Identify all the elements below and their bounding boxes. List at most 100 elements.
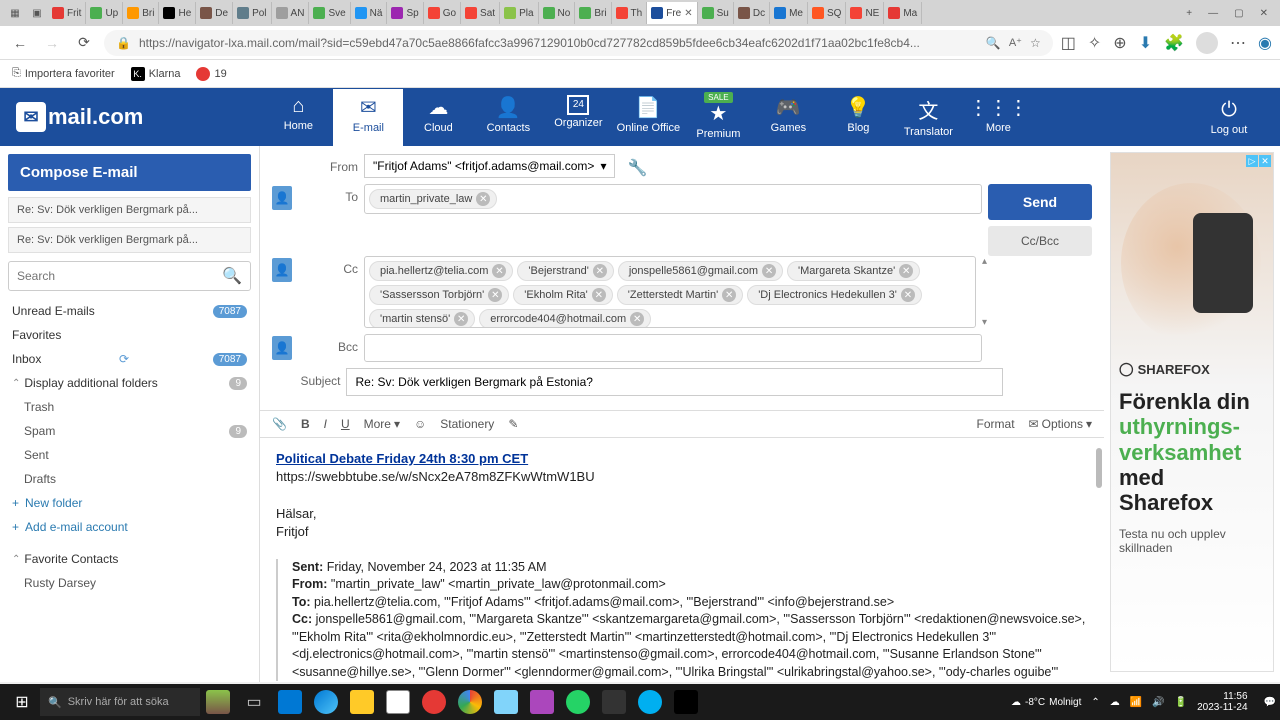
folder-drafts[interactable]: Drafts (8, 467, 251, 491)
tray-volume-icon[interactable]: 🔊 (1152, 697, 1164, 708)
remove-chip-icon[interactable]: ✕ (901, 288, 915, 302)
bcc-field[interactable] (364, 334, 982, 362)
collections-icon[interactable]: ⊕ (1113, 33, 1126, 53)
browser-tab[interactable]: NE (846, 2, 884, 24)
nav-office[interactable]: 📄Online Office (613, 89, 683, 146)
recipient-chip[interactable]: 'Bejerstrand'✕ (517, 261, 613, 281)
nav-more[interactable]: ⋮⋮⋮More (963, 89, 1033, 146)
nav-home[interactable]: ⌂Home (263, 89, 333, 146)
extensions-icon[interactable]: 🧩 (1164, 33, 1184, 53)
back-button[interactable]: ← (8, 31, 32, 55)
nav-blog[interactable]: 💡Blog (823, 89, 893, 146)
stationery-button[interactable]: Stationery (440, 417, 494, 431)
favorite-contact-1[interactable]: Rusty Darsey (8, 571, 251, 595)
tab-collections-icon[interactable]: ▣ (28, 4, 46, 22)
attach-button[interactable]: 📎 (272, 417, 287, 431)
recipient-chip[interactable]: errorcode404@hotmail.com✕ (479, 309, 651, 328)
remove-chip-icon[interactable]: ✕ (593, 264, 607, 278)
tab-history-icon[interactable]: ▦ (6, 4, 24, 22)
new-tab-button[interactable]: + (1180, 4, 1198, 22)
remove-chip-icon[interactable]: ✕ (762, 264, 776, 278)
nav-cloud[interactable]: ☁Cloud (403, 89, 473, 146)
remove-chip-icon[interactable]: ✕ (492, 264, 506, 278)
browser-tab[interactable]: De (196, 2, 233, 24)
more-formatting-button[interactable]: More ▾ (364, 417, 400, 431)
tray-battery-icon[interactable]: 🔋 (1175, 697, 1187, 708)
taskbar-app-5[interactable] (596, 686, 632, 718)
taskbar-clock[interactable]: 11:56 2023-11-24 (1197, 691, 1253, 713)
browser-tab[interactable]: Sp (387, 2, 423, 24)
taskbar-app-1[interactable] (200, 686, 236, 718)
tray-network-icon[interactable]: 📶 (1130, 697, 1142, 708)
profile-icon[interactable] (1196, 32, 1218, 54)
mail-logo[interactable]: ✉ mail.com (16, 102, 143, 132)
remove-chip-icon[interactable]: ✕ (476, 192, 490, 206)
recipient-chip[interactable]: martin_private_law✕ (369, 189, 497, 209)
browser-tab[interactable]: SQ (808, 2, 846, 24)
favorites-list-icon[interactable]: ✧ (1088, 33, 1101, 53)
browser-tab[interactable]: Sve (309, 2, 350, 24)
remove-chip-icon[interactable]: ✕ (899, 264, 913, 278)
favorite-contacts-toggle[interactable]: ⌃Favorite Contacts (8, 547, 251, 571)
browser-tab[interactable]: Dc (734, 2, 770, 24)
folder-inbox[interactable]: Inbox⟳7087 (8, 347, 251, 371)
taskbar-app-2[interactable] (416, 686, 452, 718)
tab-close-icon[interactable]: ✕ (684, 8, 692, 19)
nav-organizer[interactable]: 24Organizer (543, 89, 613, 146)
spellcheck-button[interactable]: ✎ (508, 417, 518, 431)
browser-tab[interactable]: Pol (233, 2, 271, 24)
favorite-icon[interactable]: ☆ (1030, 36, 1041, 50)
taskbar-mail[interactable] (272, 686, 308, 718)
search-input[interactable] (17, 269, 222, 283)
ad-box[interactable]: ▷✕ ◯SHAREFOX Förenkla din uthyrnings- ve… (1110, 152, 1274, 672)
folder-spam[interactable]: Spam9 (8, 419, 251, 443)
recipient-chip[interactable]: 'Ekholm Rita'✕ (513, 285, 613, 305)
new-folder-button[interactable]: +New folder (8, 491, 251, 515)
settings-wrench-icon[interactable]: 🔧 (627, 154, 647, 178)
remove-chip-icon[interactable]: ✕ (488, 288, 502, 302)
import-favorites-button[interactable]: ⎘ Importera favoriter (12, 67, 115, 80)
folder-trash[interactable]: Trash (8, 395, 251, 419)
browser-tab[interactable]: AN (272, 2, 310, 24)
taskbar-app-3[interactable] (488, 686, 524, 718)
nav-premium[interactable]: SALE★Premium (683, 89, 753, 146)
bold-button[interactable]: B (301, 417, 310, 431)
nav-email[interactable]: ✉E-mail (333, 89, 403, 146)
taskbar-chrome[interactable] (452, 686, 488, 718)
zoom-icon[interactable]: 🔍 (986, 36, 1001, 50)
nav-games[interactable]: 🎮Games (753, 89, 823, 146)
menu-icon[interactable]: ⋯ (1230, 33, 1246, 53)
underline-button[interactable]: U (341, 417, 350, 431)
body-scrollbar[interactable] (1096, 448, 1102, 488)
ad-info-icon[interactable]: ▷ (1246, 155, 1258, 167)
reload-button[interactable]: ⟳ (72, 31, 96, 55)
refresh-icon[interactable]: ⟳ (119, 352, 129, 366)
notifications-icon[interactable]: 💬 (1264, 697, 1276, 708)
remove-chip-icon[interactable]: ✕ (592, 288, 606, 302)
taskbar-store[interactable] (380, 686, 416, 718)
search-icon[interactable]: 🔍 (222, 266, 242, 286)
cc-field[interactable]: pia.hellertz@telia.com✕'Bejerstrand'✕jon… (364, 256, 976, 328)
cc-scroll-up[interactable]: ▴ (982, 256, 990, 267)
task-view-button[interactable]: ▭ (236, 686, 272, 718)
nav-contacts[interactable]: 👤Contacts (473, 89, 543, 146)
browser-tab[interactable]: Bri (123, 2, 159, 24)
from-selector[interactable]: "Fritjof Adams" <fritjof.adams@mail.com>… (364, 154, 615, 178)
open-draft-1[interactable]: Re: Sv: Dök verkligen Bergmark på... (8, 197, 251, 223)
browser-tab[interactable]: Su (698, 2, 734, 24)
cc-contacts-icon[interactable]: 👤 (272, 258, 292, 282)
browser-tab[interactable]: He (159, 2, 196, 24)
start-button[interactable]: ⊞ (4, 686, 40, 718)
bookmark-klarna[interactable]: K. Klarna (131, 67, 181, 81)
folder-unread[interactable]: Unread E-mails7087 (8, 299, 251, 323)
folder-additional-toggle[interactable]: ⌃Display additional folders9 (8, 371, 251, 395)
logout-button[interactable]: ⏻Log out (1194, 93, 1264, 142)
subject-input[interactable] (346, 368, 1003, 396)
taskbar-search[interactable]: 🔍Skriv här för att söka (40, 688, 200, 716)
taskbar-weather[interactable]: ☁ -8°C Molnigt (1011, 697, 1081, 708)
split-screen-icon[interactable]: ◫ (1061, 33, 1076, 53)
ad-close-icon[interactable]: ✕ (1259, 155, 1271, 167)
browser-tab[interactable]: Pla (500, 2, 538, 24)
taskbar-app-6[interactable] (668, 686, 704, 718)
browser-tab[interactable]: Me (770, 2, 808, 24)
